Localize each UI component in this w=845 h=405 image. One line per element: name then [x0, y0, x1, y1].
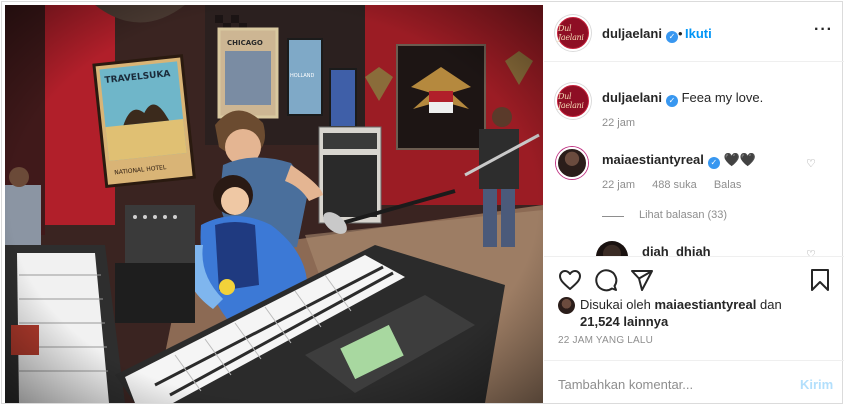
comment-meta: 22 jam 488 suka Balas: [602, 179, 755, 191]
caption-avatar[interactable]: Dul Jaelani: [555, 83, 591, 119]
comment-input[interactable]: Tambahkan komentar...: [558, 377, 693, 392]
comment: maiaestiantyreal ✓ 🖤🖤: [602, 152, 756, 169]
more-icon[interactable]: ···: [814, 21, 833, 39]
post-header: Dul Jaelani duljaelani ✓ • Ikuti ···: [544, 4, 844, 62]
post-side-panel: Dul Jaelani duljaelani ✓ • Ikuti ··· Dul …: [544, 4, 844, 405]
caption: duljaelani ✓ Feea my love.: [602, 90, 763, 107]
verified-icon: ✓: [665, 95, 678, 107]
caption-text: Feea my love.: [681, 90, 764, 105]
separator-dot: •: [678, 26, 683, 41]
caption-avatar-logo: Dul Jaelani: [558, 86, 588, 116]
liked-by-user[interactable]: maiaestiantyreal: [654, 297, 756, 312]
comment-username[interactable]: djah_dhiah: [642, 244, 711, 256]
post-timestamp[interactable]: 22 JAM YANG LALU: [558, 335, 653, 346]
comment-like-heart-icon[interactable]: ♡: [806, 248, 816, 256]
liked-by-avatar[interactable]: [558, 297, 575, 314]
photo-illustration: TRAVELSUKA NATIONAL HOTEL CHICAGO HOLLAN…: [5, 5, 543, 403]
comment-like-heart-icon[interactable]: ♡: [806, 157, 816, 170]
follow-button[interactable]: Ikuti: [685, 26, 712, 41]
comment: djah_dhiah: [642, 244, 711, 256]
author-avatar[interactable]: Dul Jaelani: [555, 15, 591, 51]
comment-avatar[interactable]: [596, 241, 628, 256]
replies-divider: [602, 216, 624, 217]
comment-time[interactable]: 22 jam: [602, 179, 635, 191]
author-username-text[interactable]: duljaelani: [602, 26, 662, 41]
caption-username[interactable]: duljaelani: [602, 90, 662, 105]
liked-by-text: Disukai oleh maiaestiantyreal dan 21,524…: [580, 296, 810, 330]
caption-time[interactable]: 22 jam: [602, 117, 635, 129]
comments-list[interactable]: Dul Jaelani duljaelani ✓ Feea my love. 22…: [544, 63, 844, 256]
heart-icon[interactable]: [558, 268, 582, 292]
add-comment-box: Tambahkan komentar... Kirim: [544, 360, 844, 405]
comment-icon[interactable]: [594, 268, 618, 292]
author-username[interactable]: duljaelani ✓: [602, 26, 678, 43]
comment-likes[interactable]: 488 suka: [652, 179, 697, 191]
share-icon[interactable]: [630, 268, 654, 292]
comment-text: 🖤🖤: [723, 152, 756, 167]
comment-username[interactable]: maiaestiantyreal: [602, 152, 704, 167]
author-avatar-logo: Dul Jaelani: [558, 18, 588, 48]
post-photo[interactable]: TRAVELSUKA NATIONAL HOTEL CHICAGO HOLLAN…: [5, 5, 543, 403]
comment-avatar[interactable]: [556, 147, 588, 179]
caption-meta: 22 jam: [602, 117, 649, 129]
post-comment-button[interactable]: Kirim: [800, 377, 833, 392]
verified-icon: ✓: [707, 157, 720, 169]
liked-by-prefix: Disukai oleh: [580, 297, 651, 312]
liked-by-and: dan: [759, 297, 782, 312]
post-modal: TRAVELSUKA NATIONAL HOTEL CHICAGO HOLLAN…: [1, 1, 844, 405]
verified-icon: ✓: [665, 31, 678, 43]
comment-reply-button[interactable]: Balas: [714, 179, 742, 191]
likes-count[interactable]: 21,524 lainnya: [580, 314, 668, 329]
view-replies-button[interactable]: Lihat balasan (33): [639, 209, 727, 221]
bookmark-icon[interactable]: [808, 268, 832, 292]
